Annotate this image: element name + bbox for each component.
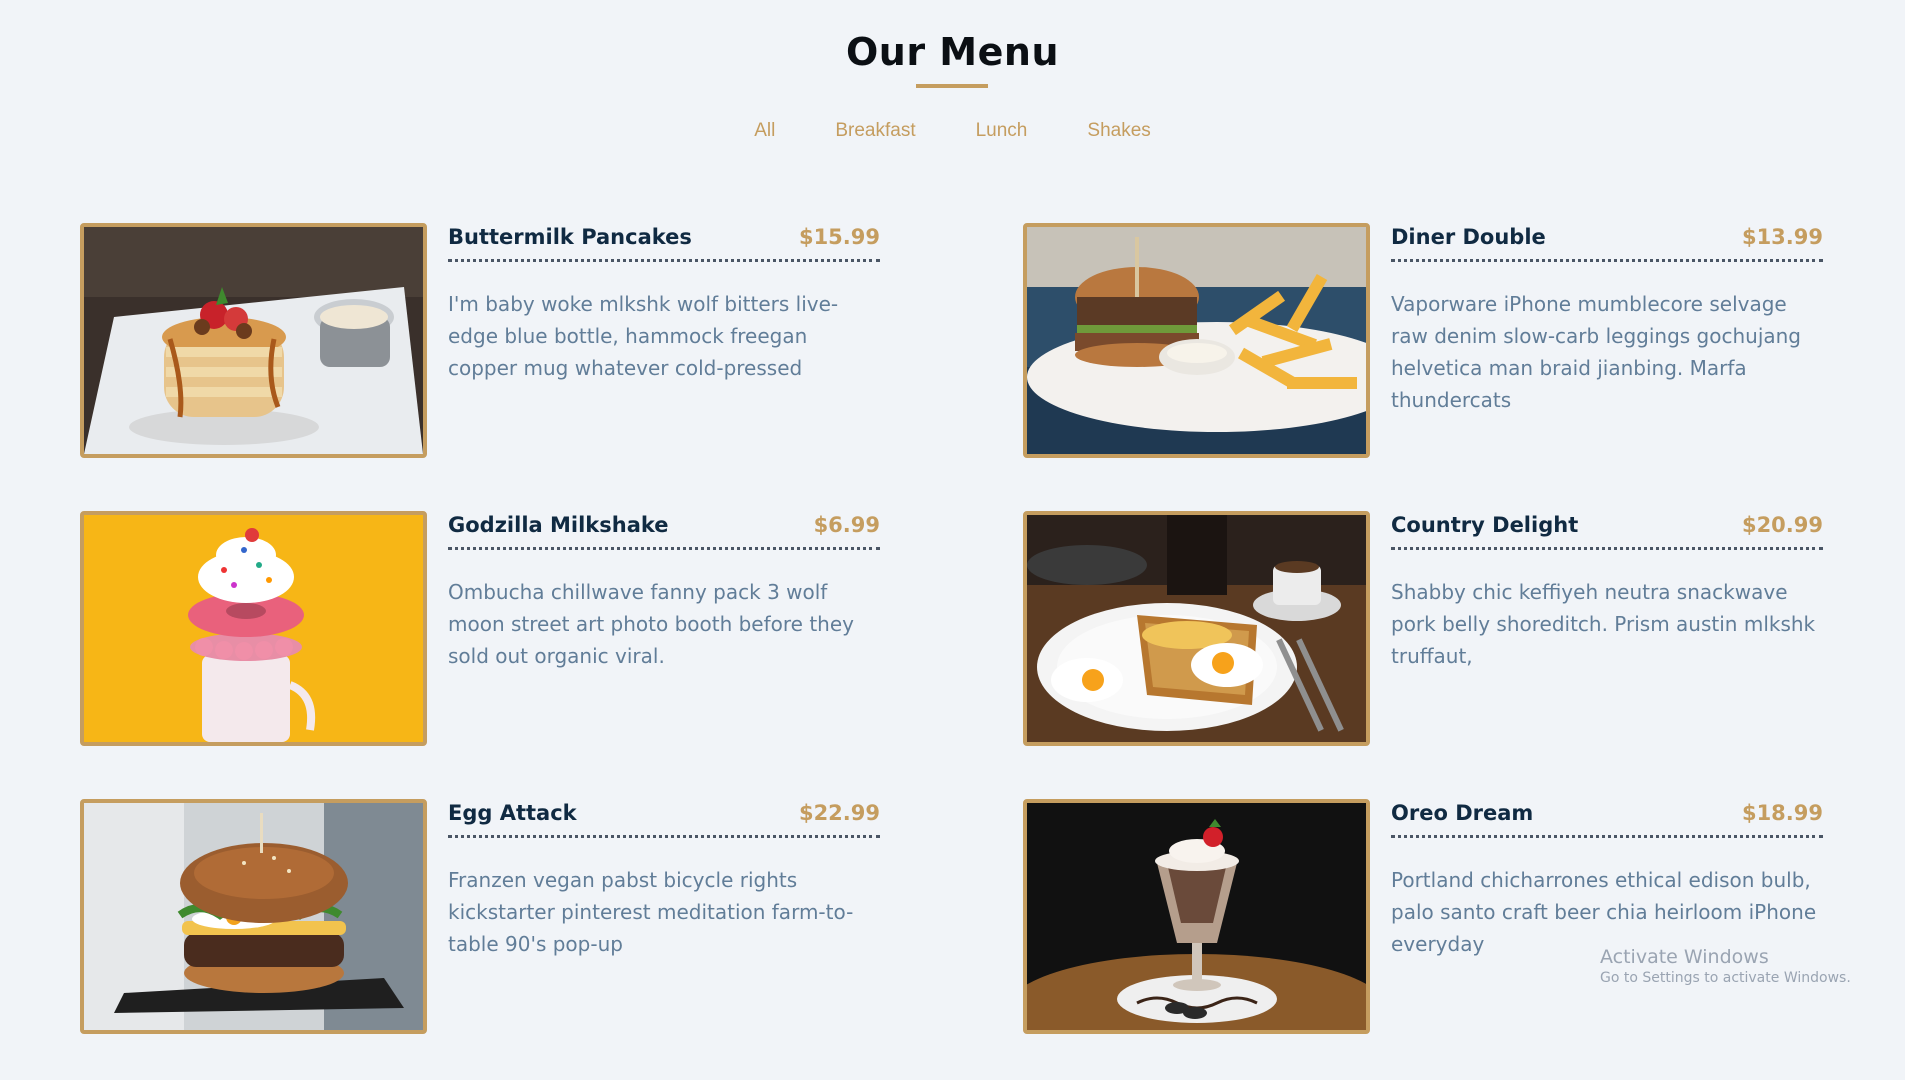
item-price: $20.99 bbox=[1741, 513, 1823, 537]
item-header: Diner Double $13.99 bbox=[1391, 223, 1823, 262]
menu-item: Egg Attack $22.99 Franzen vegan pabst bi… bbox=[80, 799, 880, 1034]
item-info: Diner Double $13.99 Vaporware iPhone mum… bbox=[1391, 223, 1823, 416]
item-header: Buttermilk Pancakes $15.99 bbox=[448, 223, 880, 262]
item-info: Godzilla Milkshake $6.99 Ombucha chillwa… bbox=[448, 511, 880, 672]
item-info: Oreo Dream $18.99 Portland chicharrones … bbox=[1391, 799, 1823, 960]
milkshake-photo bbox=[80, 511, 427, 746]
watermark-title: Activate Windows bbox=[1600, 946, 1769, 968]
windows-activation-watermark: Activate Windows Go to Settings to activ… bbox=[1600, 946, 1851, 986]
eggs-toast-photo bbox=[1023, 511, 1370, 746]
item-name: Oreo Dream bbox=[1391, 801, 1534, 825]
oreo-shake-photo bbox=[1023, 799, 1370, 1034]
item-info: Egg Attack $22.99 Franzen vegan pabst bi… bbox=[448, 799, 880, 960]
item-description: Franzen vegan pabst bicycle rights kicks… bbox=[448, 868, 854, 956]
menu-item: Oreo Dream $18.99 Portland chicharrones … bbox=[1023, 799, 1823, 1034]
item-header: Godzilla Milkshake $6.99 bbox=[448, 511, 880, 550]
category-filters: All Breakfast Lunch Shakes bbox=[0, 120, 1905, 142]
item-price: $13.99 bbox=[1741, 225, 1823, 249]
pancakes-photo bbox=[80, 223, 427, 458]
item-description: Vaporware iPhone mumblecore selvage raw … bbox=[1391, 292, 1801, 412]
watermark-subtitle: Go to Settings to activate Windows. bbox=[1600, 970, 1851, 986]
item-info: Country Delight $20.99 Shabby chic keffi… bbox=[1391, 511, 1823, 672]
menu-item: Buttermilk Pancakes $15.99 I'm baby woke… bbox=[80, 223, 880, 458]
item-price: $22.99 bbox=[798, 801, 880, 825]
item-name: Diner Double bbox=[1391, 225, 1546, 249]
item-description: Ombucha chillwave fanny pack 3 wolf moon… bbox=[448, 580, 854, 668]
filter-shakes-button[interactable]: Shakes bbox=[1057, 120, 1180, 142]
burger-fries-photo bbox=[1023, 223, 1370, 458]
filter-lunch-button[interactable]: Lunch bbox=[946, 120, 1058, 142]
item-header: Country Delight $20.99 bbox=[1391, 511, 1823, 550]
title-underline bbox=[916, 84, 988, 88]
filter-breakfast-button[interactable]: Breakfast bbox=[805, 120, 945, 142]
item-header: Egg Attack $22.99 bbox=[448, 799, 880, 838]
menu-item: Diner Double $13.99 Vaporware iPhone mum… bbox=[1023, 223, 1823, 458]
menu-item: Godzilla Milkshake $6.99 Ombucha chillwa… bbox=[80, 511, 880, 746]
page-title: Our Menu bbox=[845, 30, 1060, 74]
item-name: Buttermilk Pancakes bbox=[448, 225, 692, 249]
item-name: Country Delight bbox=[1391, 513, 1579, 537]
item-description: Shabby chic keffiyeh neutra snackwave po… bbox=[1391, 580, 1816, 668]
menu-item: Country Delight $20.99 Shabby chic keffi… bbox=[1023, 511, 1823, 746]
egg-burger-photo bbox=[80, 799, 427, 1034]
item-info: Buttermilk Pancakes $15.99 I'm baby woke… bbox=[448, 223, 880, 384]
filter-all-button[interactable]: All bbox=[724, 120, 805, 142]
item-price: $18.99 bbox=[1741, 801, 1823, 825]
item-description: I'm baby woke mlkshk wolf bitters live-e… bbox=[448, 292, 839, 380]
item-price: $15.99 bbox=[798, 225, 880, 249]
item-header: Oreo Dream $18.99 bbox=[1391, 799, 1823, 838]
item-name: Godzilla Milkshake bbox=[448, 513, 669, 537]
item-price: $6.99 bbox=[813, 513, 880, 537]
item-name: Egg Attack bbox=[448, 801, 577, 825]
